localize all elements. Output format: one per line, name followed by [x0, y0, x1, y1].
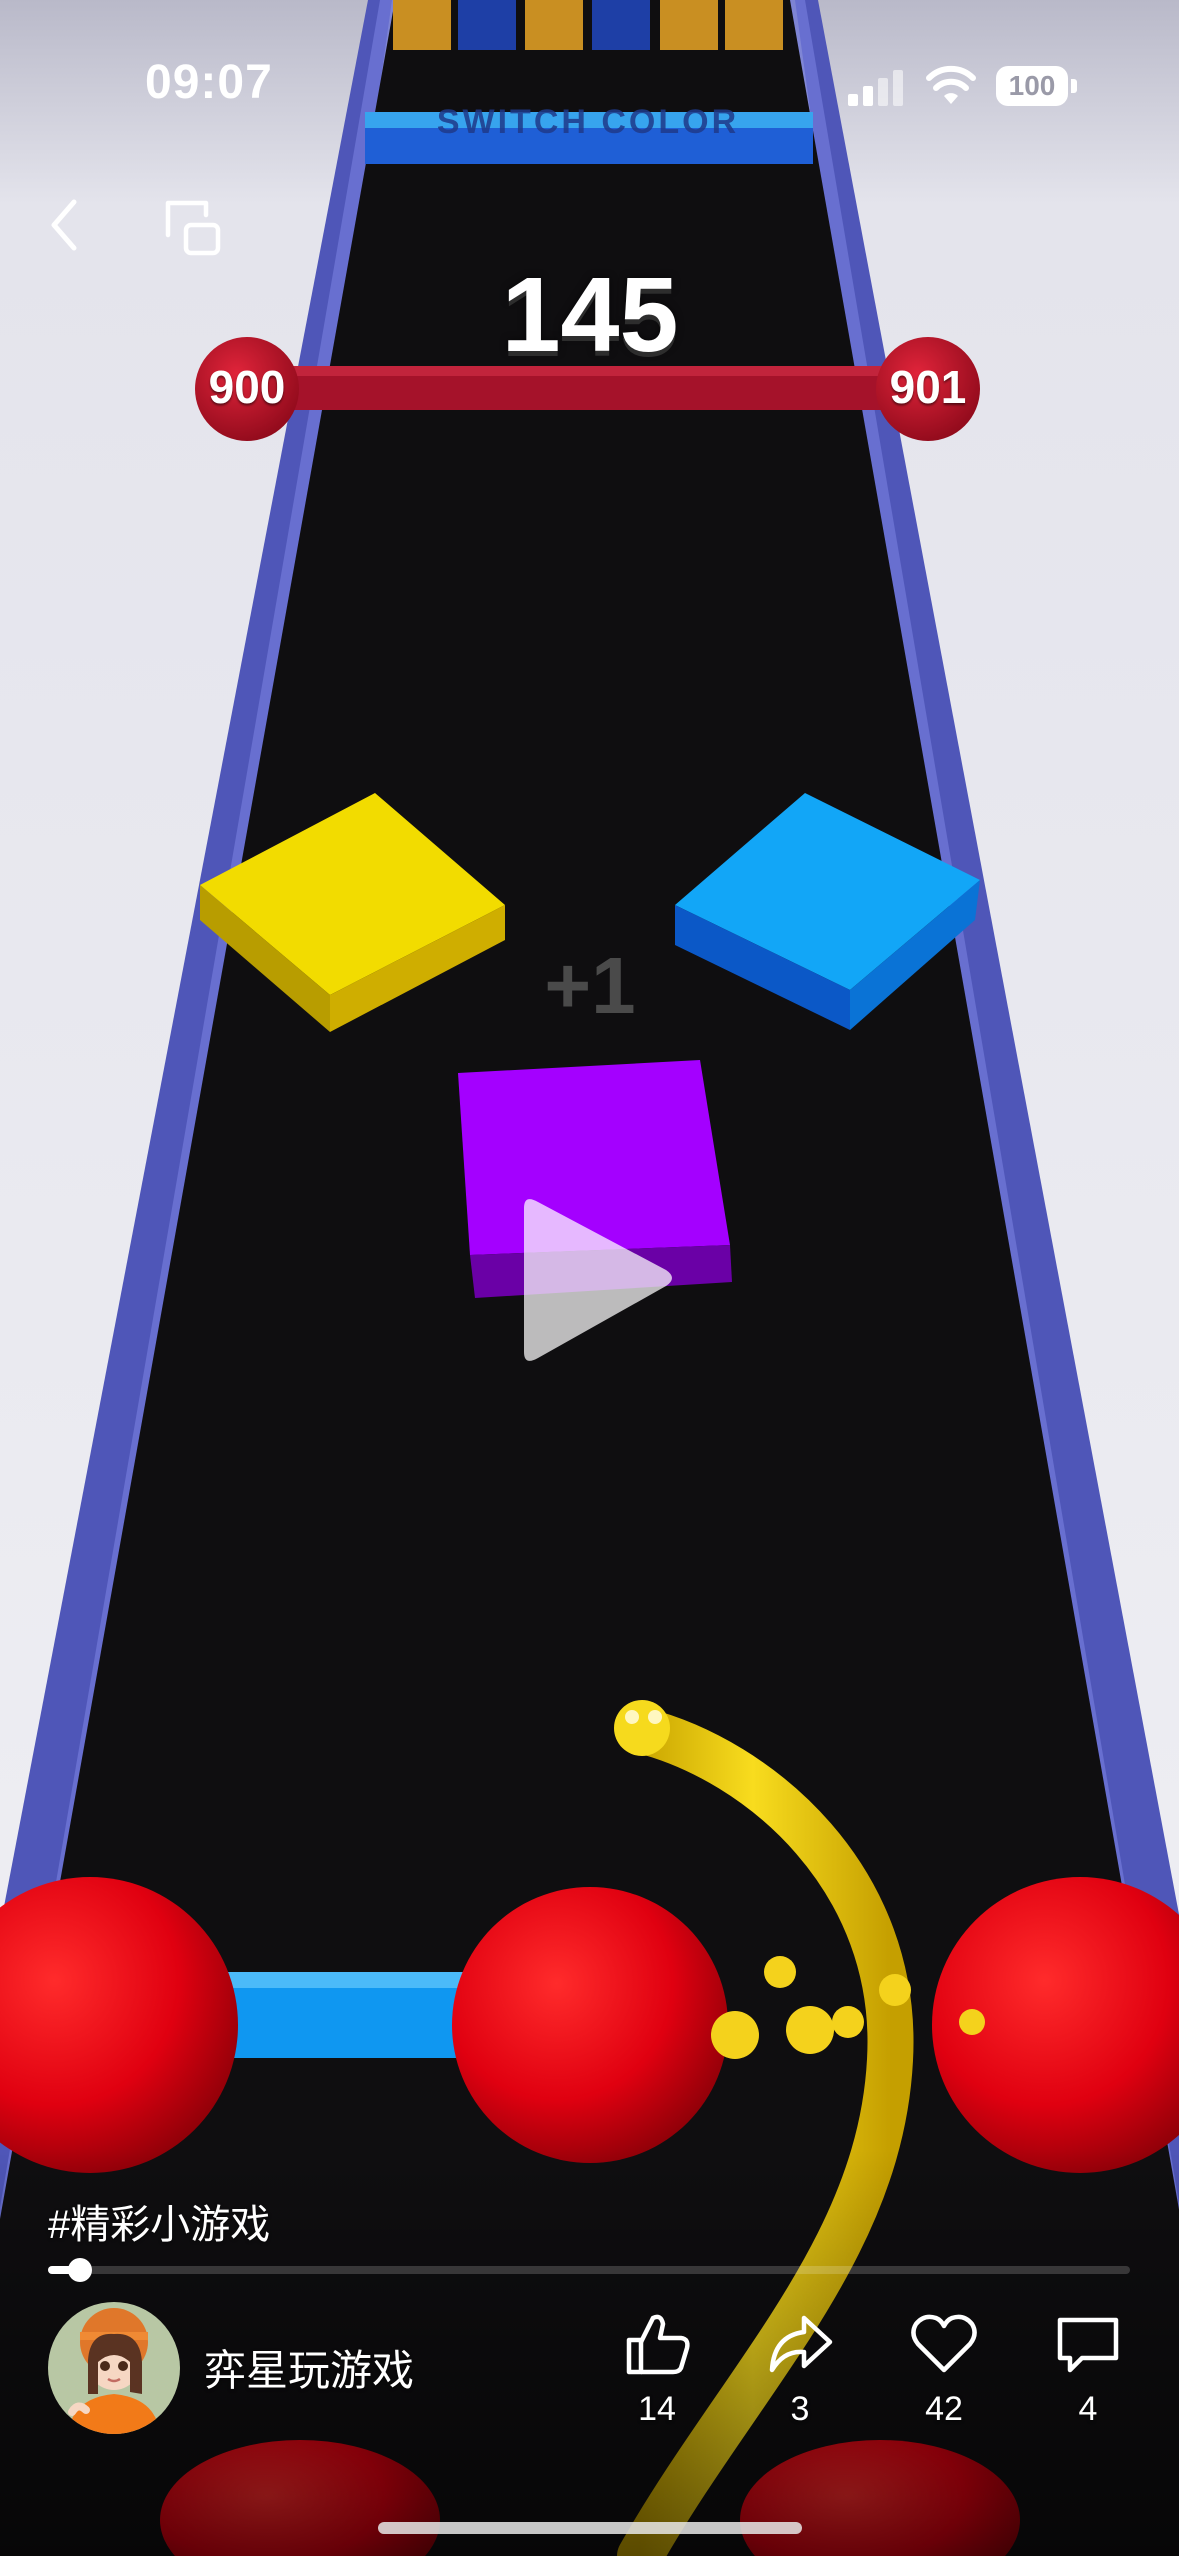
chevron-left-icon[interactable]: [40, 190, 90, 260]
video-player[interactable]: SWITCH COLOR 145 900 901 +1 09:07 100 #精…: [0, 0, 1179, 2556]
current-level-number: 900: [208, 361, 286, 413]
share-button[interactable]: 3: [740, 2308, 860, 2429]
battery-level: 100: [1008, 70, 1056, 101]
favorite-button[interactable]: 42: [884, 2308, 1004, 2429]
home-indicator[interactable]: [378, 2522, 802, 2534]
game-score: 145: [501, 256, 679, 374]
favorite-count: 42: [925, 2390, 963, 2428]
heart-icon: [911, 2314, 977, 2373]
avatar-image: [48, 2301, 180, 2434]
cellular-signal-icon: [848, 70, 903, 106]
comment-icon: [1057, 2317, 1119, 2373]
play-icon[interactable]: [510, 1190, 680, 1370]
next-level-number: 901: [889, 361, 967, 413]
wifi-icon: [926, 65, 976, 104]
status-time: 09:07: [145, 56, 273, 109]
like-count: 14: [638, 2390, 676, 2428]
plus-one-popup: +1: [544, 941, 636, 1030]
author-info: 弈星玩游戏: [48, 2300, 414, 2435]
comment-count: 4: [1078, 2390, 1098, 2428]
red-sphere-center: [452, 1887, 728, 2163]
share-count: 3: [790, 2390, 810, 2428]
video-caption-hashtag[interactable]: #精彩小游戏: [48, 2192, 270, 2250]
picture-in-picture-icon[interactable]: [160, 195, 226, 261]
avatar[interactable]: [48, 2301, 180, 2434]
status-bar: 09:07 100: [0, 0, 1179, 170]
author-name[interactable]: 弈星玩游戏: [204, 2337, 414, 2398]
share-arrow-icon: [769, 2315, 833, 2373]
comment-button[interactable]: 4: [1028, 2308, 1148, 2429]
like-button[interactable]: 14: [597, 2308, 717, 2429]
battery-indicator: 100: [996, 66, 1078, 108]
video-seek-bar[interactable]: [48, 2258, 1130, 2282]
thumbs-up-icon: [626, 2314, 690, 2375]
